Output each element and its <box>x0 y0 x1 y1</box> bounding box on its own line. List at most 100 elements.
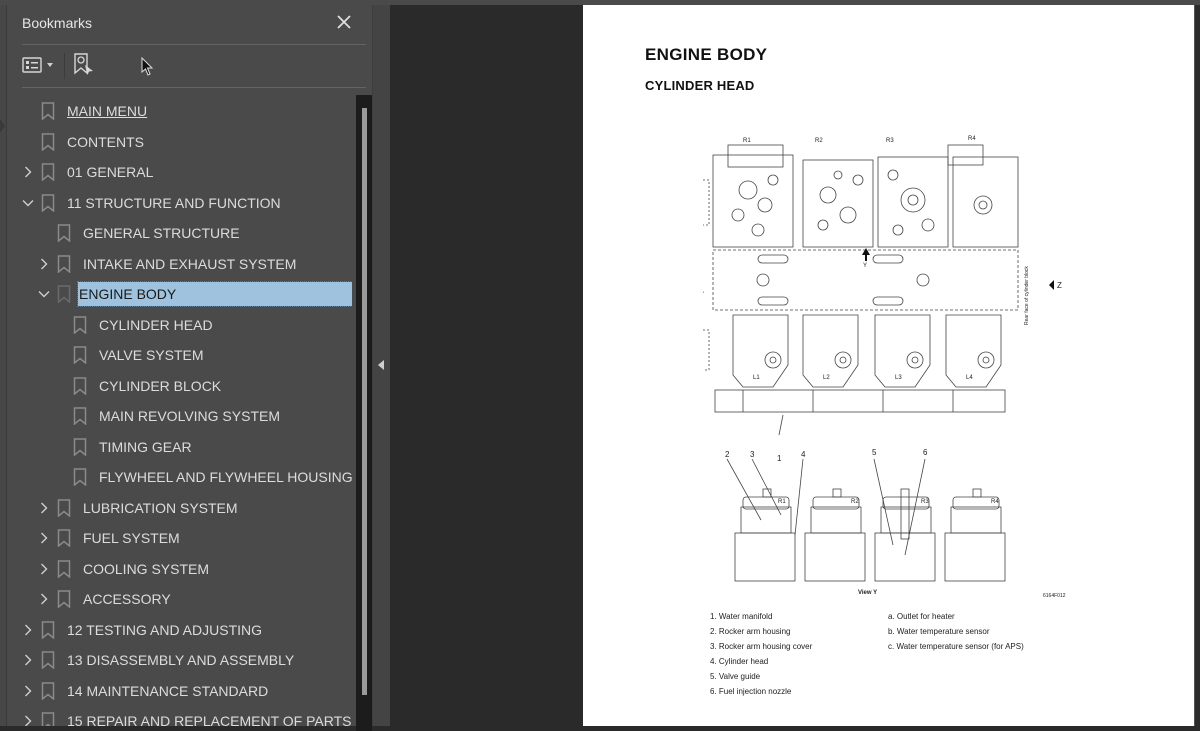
bookmark-label: ENGINE BODY <box>77 281 352 307</box>
chevron-right-icon[interactable] <box>21 165 35 179</box>
close-icon <box>337 15 351 29</box>
bookmark-item[interactable]: FLYWHEEL AND FLYWHEEL HOUSING <box>53 465 352 489</box>
list-options-icon <box>22 57 42 73</box>
view-y-r1 <box>734 488 796 582</box>
label-l2: L2 <box>823 375 830 381</box>
view-label-r2: R2 <box>851 499 859 505</box>
chevron-right-icon[interactable] <box>21 623 35 637</box>
chevron-right-icon[interactable] <box>37 592 51 606</box>
chevron-right-icon[interactable] <box>21 684 35 698</box>
bookmark-item[interactable]: COOLING SYSTEM <box>37 557 211 581</box>
head-top-r4 <box>947 144 1019 248</box>
bookmark-icon <box>73 376 87 396</box>
arrow-z <box>1049 280 1054 290</box>
divider <box>22 44 366 45</box>
legend-parts: 1. Water manifold 2. Rocker arm housing … <box>710 609 812 699</box>
close-panel-button[interactable] <box>333 11 355 33</box>
bookmark-label: ACCESSORY <box>83 591 171 607</box>
bookmark-item[interactable]: TIMING GEAR <box>53 435 194 459</box>
view-label-r3: R3 <box>921 499 929 505</box>
legend-item: 2. Rocker arm housing <box>710 627 791 636</box>
bookmark-icon <box>41 132 55 152</box>
legend-item: 4. Cylinder head <box>710 657 769 666</box>
bookmark-item[interactable]: 12 TESTING AND ADJUSTING <box>21 618 264 642</box>
label-z: Z <box>1057 281 1062 290</box>
bookmark-icon <box>57 590 71 609</box>
bookmark-icon <box>41 651 55 670</box>
bookmark-label: CYLINDER BLOCK <box>99 377 222 394</box>
bookmark-item[interactable]: LUBRICATION SYSTEM <box>37 496 240 520</box>
bookmark-item[interactable]: VALVE SYSTEM <box>53 343 206 367</box>
triangle-left-icon[interactable] <box>378 360 384 370</box>
bookmark-item[interactable]: GENERAL STRUCTURE <box>37 221 242 245</box>
bookmark-item[interactable]: MAIN MENU <box>21 99 149 123</box>
chevron-right-icon[interactable] <box>37 562 51 576</box>
bookmark-item[interactable]: 01 GENERAL <box>21 160 155 184</box>
bookmark-item[interactable]: 14 MAINTENANCE STANDARD <box>21 679 270 703</box>
bookmark-item[interactable]: CONTENTS <box>21 130 146 154</box>
bookmark-item[interactable]: 13 DISASSEMBLY AND ASSEMBLY <box>21 648 296 672</box>
label-l1: L1 <box>753 375 760 381</box>
chevron-down-icon[interactable] <box>37 287 51 301</box>
bookmark-item[interactable]: CYLINDER HEAD <box>53 313 215 337</box>
label-r4: R4 <box>968 136 976 142</box>
head-bottom-l2 <box>802 314 859 388</box>
head-top-r1 <box>712 144 794 248</box>
bookmark-icon <box>41 193 55 213</box>
bookmark-label: LUBRICATION SYSTEM <box>83 499 238 516</box>
bookmark-label: GENERAL STRUCTURE <box>83 225 240 241</box>
bookmark-icon <box>41 681 55 701</box>
document-viewer: ENGINE BODY CYLINDER HEAD R1 R2 R3 R4 L1… <box>390 5 1200 726</box>
mouse-cursor <box>141 56 155 81</box>
bookmark-scrollbar-thumb[interactable] <box>362 108 367 695</box>
chevron-right-icon[interactable] <box>37 257 51 271</box>
bookmark-label: 14 MAINTENANCE STANDARD <box>67 682 269 699</box>
bookmark-icon <box>57 224 71 243</box>
head-top-r3 <box>877 156 949 248</box>
bookmark-item[interactable]: MAIN REVOLVING SYSTEM <box>53 404 282 428</box>
bookmark-item[interactable]: 11 STRUCTURE AND FUNCTION <box>21 191 283 215</box>
find-current-bookmark-button[interactable] <box>73 53 95 77</box>
bookmark-label: FLYWHEEL AND FLYWHEEL HOUSING <box>99 469 352 485</box>
chevron-right-icon[interactable] <box>37 531 51 545</box>
chevron-right-icon[interactable] <box>21 653 35 667</box>
chevron-right-icon[interactable] <box>21 714 35 726</box>
bookmark-item[interactable]: CYLINDER BLOCK <box>53 374 223 398</box>
legend-item: 3. Rocker arm housing cover <box>710 642 813 651</box>
bookmark-item[interactable]: FUEL SYSTEM <box>37 526 182 550</box>
chevron-down-icon[interactable] <box>21 196 35 210</box>
bookmark-icon <box>41 712 55 726</box>
bookmark-icon <box>41 102 55 121</box>
callout-2: 2 <box>725 450 730 459</box>
bookmark-item[interactable]: ACCESSORY <box>37 587 173 611</box>
view-label-r4: R4 <box>991 499 999 505</box>
panel-title: Bookmarks <box>22 15 93 31</box>
label-front-face: Front face of cylinder block <box>703 265 705 325</box>
bookmark-options-button[interactable] <box>22 53 54 77</box>
document-scrollbar[interactable] <box>1194 5 1200 726</box>
head-bottom-l4 <box>945 314 1002 388</box>
panel-splitter[interactable] <box>372 5 390 726</box>
page-subheading: CYLINDER HEAD <box>645 78 755 93</box>
label-y: Y <box>863 263 867 269</box>
bookmark-icon <box>57 285 71 304</box>
pdf-page: ENGINE BODY CYLINDER HEAD R1 R2 R3 R4 L1… <box>583 5 1194 726</box>
bookmark-item[interactable]: 15 REPAIR AND REPLACEMENT OF PARTS <box>21 709 352 726</box>
bookmark-icon <box>57 498 71 518</box>
bookmark-item[interactable]: ENGINE BODY <box>37 281 352 307</box>
bookmark-item[interactable]: INTAKE AND EXHAUST SYSTEM <box>37 252 298 276</box>
legend-item: b. Water temperature sensor <box>888 627 990 636</box>
chevron-right-icon[interactable] <box>37 501 51 515</box>
bookmark-label: CONTENTS <box>67 133 144 150</box>
legend-item: 6. Fuel injection nozzle <box>710 687 792 696</box>
left-nav-rail <box>0 5 7 726</box>
bookmark-icon <box>41 163 55 182</box>
legend-item: c. Water temperature sensor (for APS) <box>888 642 1024 651</box>
